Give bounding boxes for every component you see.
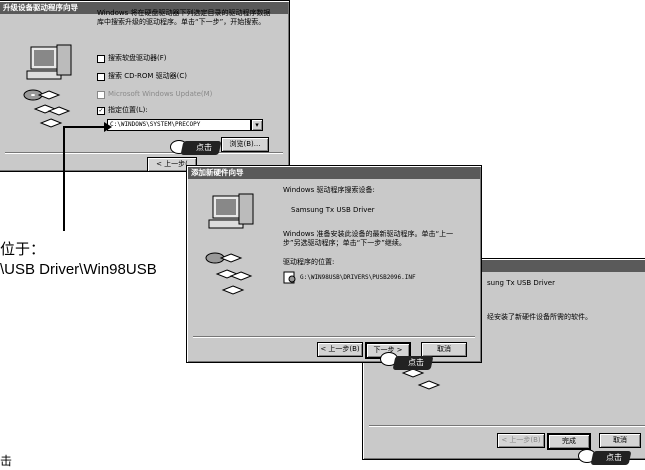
search-cdrom-label: 搜索 CD-ROM 驱动器(C)	[108, 72, 188, 80]
divider	[193, 336, 475, 338]
upgrade-driver-wizard-window: 升级设备驱动程序向导 Windows 将在硬盘驱动器下列选定目录的驱动程序数据库…	[0, 0, 290, 172]
cancel-button[interactable]: 取消	[599, 433, 641, 448]
computer-illustration-icon	[19, 41, 79, 131]
driver-location-label: 驱动程序的位置:	[283, 258, 335, 266]
browse-button[interactable]: 浏览(B)...	[221, 137, 269, 152]
click-callout: 点击	[392, 356, 434, 370]
chevron-down-icon: ▾	[255, 121, 259, 129]
window-title: 添加新硬件向导	[188, 167, 480, 179]
windows-update-label: Microsoft Windows Update(M)	[108, 90, 213, 98]
search-cdrom-checkbox[interactable]	[97, 73, 105, 81]
cancel-button[interactable]: 取消	[421, 342, 467, 357]
wizard-description: Windows 将在硬盘驱动器下列选定目录的驱动程序数据库中搜索升级的驱动程序。…	[97, 9, 271, 26]
divider	[5, 152, 283, 154]
driver-location-path: G:\WIN98USB\DRIVERS\PUSB2096.INF	[300, 274, 416, 281]
windows-update-checkbox[interactable]	[97, 91, 105, 99]
device-name: sung Tx USB Driver	[487, 279, 555, 287]
click-callout: 点击	[180, 141, 222, 155]
pointer-line	[63, 126, 107, 128]
search-floppy-label: 搜索软盘驱动器(F)	[108, 54, 167, 62]
bottom-left-text: 击	[0, 454, 13, 468]
arrow-right-icon	[104, 122, 112, 132]
device-name: Samsung Tx USB Driver	[291, 206, 375, 214]
specify-location-label: 指定位置(L):	[108, 106, 148, 114]
finish-button[interactable]: 完成	[547, 433, 591, 450]
click-callout: 点击	[590, 451, 632, 465]
pointer-line	[63, 126, 65, 231]
location-annotation-line1: 位于：	[0, 241, 46, 258]
finish-message: 经安装了新硬件设备所需的软件。	[487, 313, 592, 321]
search-floppy-checkbox[interactable]	[97, 55, 105, 63]
driver-file-icon	[283, 270, 297, 284]
install-message: Windows 准备安装此设备的最新驱动程序。单击“上一步”另选驱动程序；单击“…	[283, 230, 454, 247]
back-button[interactable]: < 上一步(B)	[497, 433, 545, 448]
location-annotation-line2: \USB Driver\Win98USB	[0, 261, 157, 278]
search-heading: Windows 驱动程序搜索设备:	[283, 186, 375, 194]
computer-illustration-icon	[201, 188, 261, 308]
back-button[interactable]: < 上一步(B)	[317, 342, 363, 357]
computer-illustration-icon	[393, 367, 453, 397]
location-combobox[interactable]: C:\WINDOWS\SYSTEM\PRECOPY	[107, 119, 251, 131]
divider	[369, 425, 645, 427]
location-dropdown-button[interactable]: ▾	[251, 119, 263, 131]
add-new-hardware-wizard-window: 添加新硬件向导 Windows 驱动程序搜索设备: Samsung Tx USB…	[186, 165, 482, 363]
specify-location-checkbox[interactable]: ✓	[97, 107, 105, 115]
